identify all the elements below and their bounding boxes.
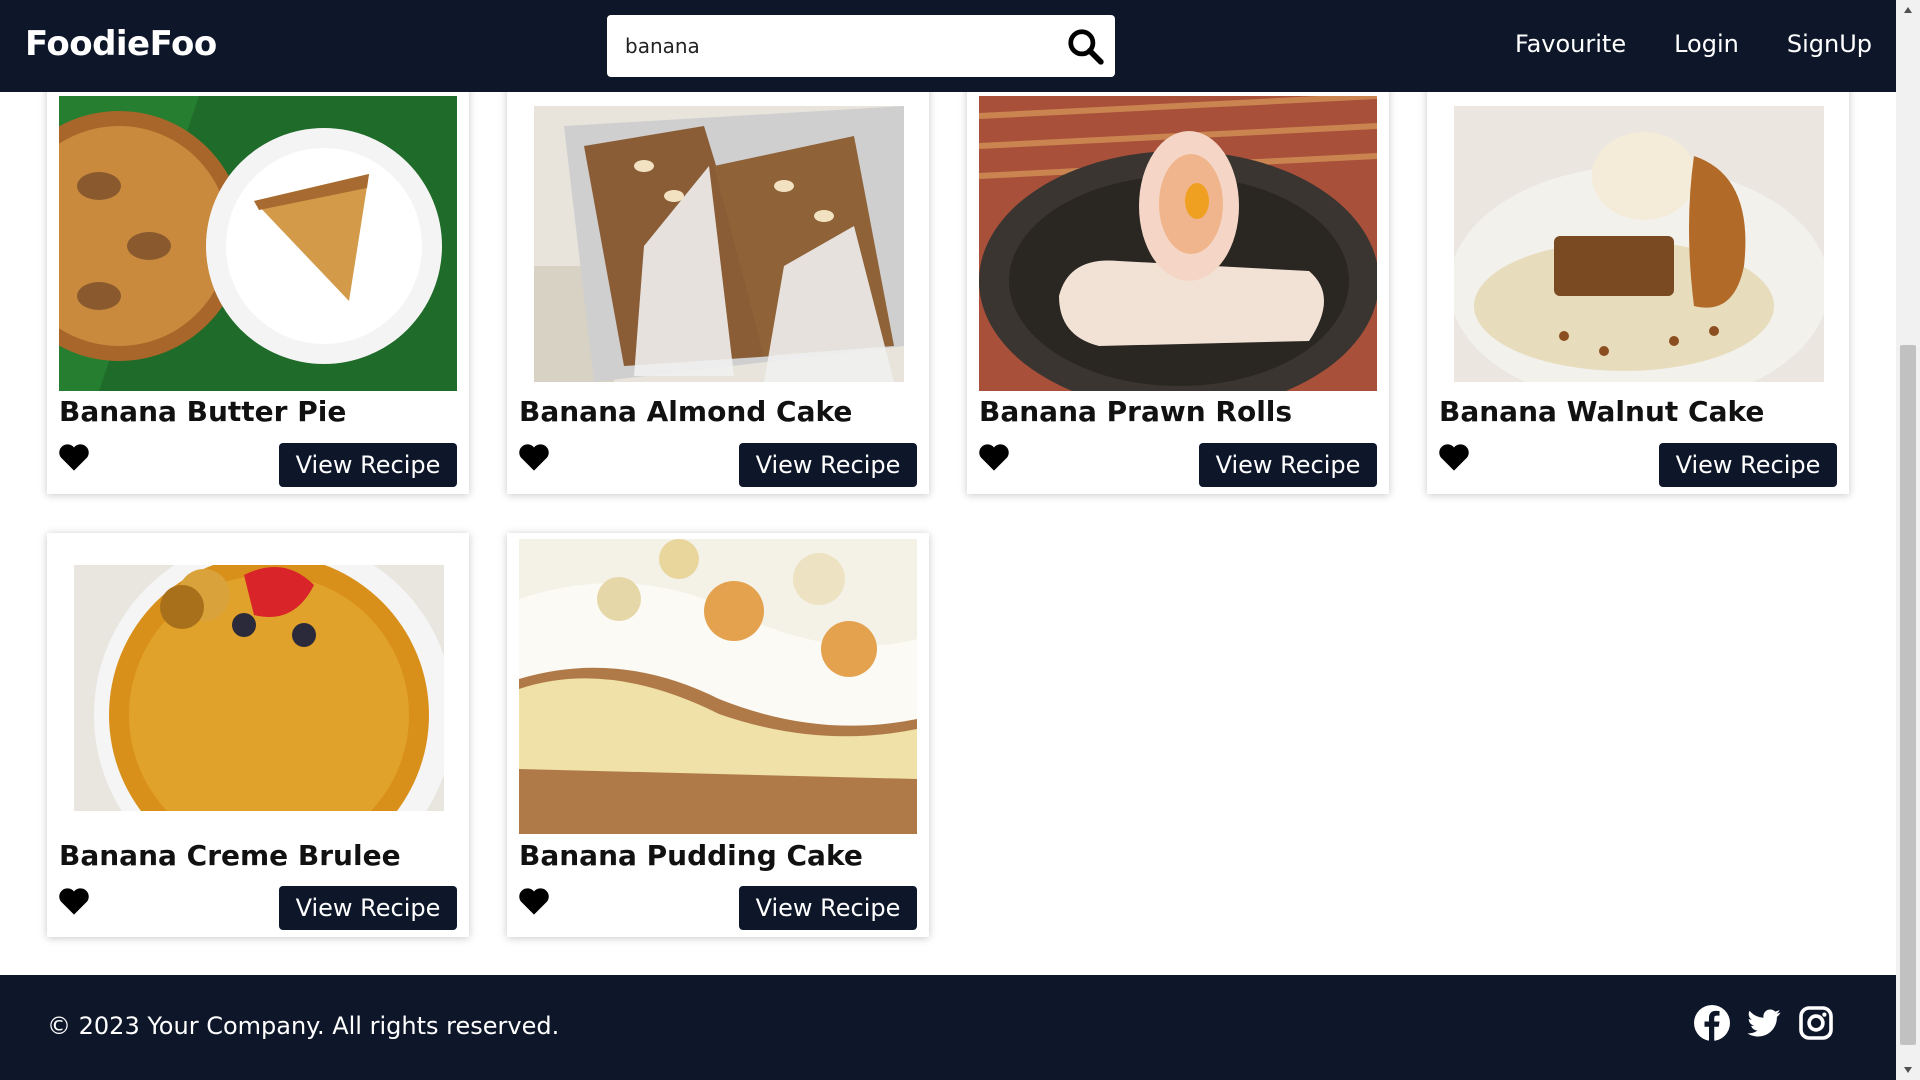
recipe-title: Banana Walnut Cake <box>1439 395 1765 428</box>
recipe-image[interactable] <box>519 539 917 834</box>
view-recipe-button[interactable]: View Recipe <box>279 443 457 487</box>
scroll-up-arrow-icon[interactable] <box>1896 0 1920 20</box>
view-recipe-button[interactable]: View Recipe <box>1199 443 1377 487</box>
recipe-title: Banana Almond Cake <box>519 395 853 428</box>
recipe-image[interactable] <box>59 96 457 391</box>
recipe-image[interactable] <box>534 106 904 382</box>
heart-icon[interactable] <box>57 886 91 916</box>
heart-icon[interactable] <box>57 442 91 472</box>
social-links <box>1694 1005 1834 1041</box>
copyright-text: © 2023 Your Company. All rights reserved… <box>47 1012 560 1040</box>
twitter-icon[interactable] <box>1746 1005 1782 1041</box>
nav-favourite-link[interactable]: Favourite <box>1515 30 1626 58</box>
site-logo[interactable]: FoodieFoo <box>25 24 217 64</box>
recipe-card: Banana Creme Brulee View Recipe <box>47 533 469 937</box>
recipe-title: Banana Butter Pie <box>59 395 347 428</box>
view-recipe-button[interactable]: View Recipe <box>1659 443 1837 487</box>
view-recipe-button[interactable]: View Recipe <box>279 886 457 930</box>
search-input[interactable] <box>607 15 1055 77</box>
search-button[interactable] <box>1055 15 1115 77</box>
view-recipe-button[interactable]: View Recipe <box>739 443 917 487</box>
recipe-card: Banana Almond Cake View Recipe <box>507 78 929 494</box>
recipe-image[interactable] <box>979 96 1377 391</box>
navbar: FoodieFoo Favourite Login SignUp <box>0 0 1896 92</box>
scroll-down-arrow-icon[interactable] <box>1896 1060 1920 1080</box>
recipe-image[interactable] <box>1454 106 1824 382</box>
heart-icon[interactable] <box>977 442 1011 472</box>
recipe-title: Banana Prawn Rolls <box>979 395 1293 428</box>
recipe-card: Banana Pudding Cake View Recipe <box>507 533 929 937</box>
search-box <box>607 15 1115 77</box>
scroll-thumb[interactable] <box>1900 345 1916 1045</box>
instagram-icon[interactable] <box>1798 1005 1834 1041</box>
footer: © 2023 Your Company. All rights reserved… <box>0 975 1896 1080</box>
nav-signup-link[interactable]: SignUp <box>1787 30 1872 58</box>
search-icon <box>1068 29 1104 65</box>
nav-login-link[interactable]: Login <box>1674 30 1739 58</box>
recipe-card: Banana Butter Pie View Recipe <box>47 78 469 494</box>
facebook-icon[interactable] <box>1694 1005 1730 1041</box>
view-recipe-button[interactable]: View Recipe <box>739 886 917 930</box>
scrollbar[interactable] <box>1896 0 1920 1080</box>
recipe-card: Banana Walnut Cake View Recipe <box>1427 78 1849 494</box>
heart-icon[interactable] <box>517 442 551 472</box>
recipe-image[interactable] <box>74 565 444 811</box>
recipe-card: Banana Prawn Rolls View Recipe <box>967 78 1389 494</box>
heart-icon[interactable] <box>517 886 551 916</box>
recipe-title: Banana Pudding Cake <box>519 839 863 872</box>
nav-links: Favourite Login SignUp <box>1515 30 1872 58</box>
recipe-title: Banana Creme Brulee <box>59 839 401 872</box>
heart-icon[interactable] <box>1437 442 1471 472</box>
